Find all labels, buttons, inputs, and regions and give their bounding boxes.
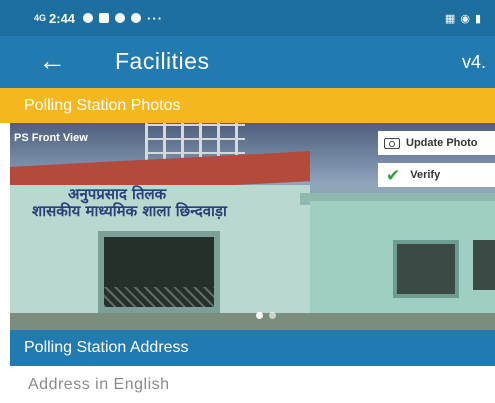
sync-icon [131, 13, 142, 23]
polling-station-photo[interactable]: अनुपप्रसाद तिलक शासकीय माध्यमिक शाला छिन… [10, 123, 495, 330]
verify-button[interactable]: ✔ Verify [378, 163, 495, 187]
address-english-label: Address in English [28, 376, 170, 393]
notification-icons [83, 13, 142, 23]
checkmark-icon: ✔ [386, 165, 401, 185]
wifi-icon: ◉ [460, 12, 470, 25]
pager-dot-active[interactable] [256, 312, 263, 319]
version-label: v4. [462, 52, 487, 72]
status-bar: 4G 2:44 ··· ▦ ◉ ▮ [0, 0, 495, 36]
verify-label: Verify [410, 169, 441, 181]
building-sign-line2: शासकीय माध्यमिक शाला छिन्दवाड़ा [32, 202, 227, 220]
pager-dot[interactable] [269, 312, 276, 319]
chat-icon [83, 13, 94, 23]
battery-icon: ▮ [474, 12, 481, 25]
vibrate-icon: ▦ [444, 12, 456, 25]
photo-caption: PS Front View [14, 132, 88, 144]
photo-grill [104, 287, 214, 307]
more-notifications: ··· [147, 10, 164, 26]
page-title: Facilities [115, 48, 210, 74]
photo-pager [256, 312, 276, 319]
network-label: 4G [34, 13, 47, 23]
system-icons: ▦ ◉ ▮ [445, 12, 481, 25]
status-time: 2:44 [49, 10, 76, 26]
update-photo-button[interactable]: Update Photo [378, 131, 495, 155]
message-icon [99, 13, 110, 23]
camera-icon [384, 137, 400, 149]
update-photo-label: Update Photo [406, 137, 478, 149]
photo-ground [10, 313, 495, 330]
photo-window [473, 240, 495, 290]
photo-window [393, 240, 459, 298]
app-icon [115, 13, 126, 23]
arrow-left-icon[interactable]: ← [38, 46, 66, 76]
photos-section-header: Polling Station Photos [0, 88, 495, 123]
app-bar: ← Facilities v4. [0, 36, 495, 88]
address-section-header: Polling Station Address [10, 330, 495, 366]
